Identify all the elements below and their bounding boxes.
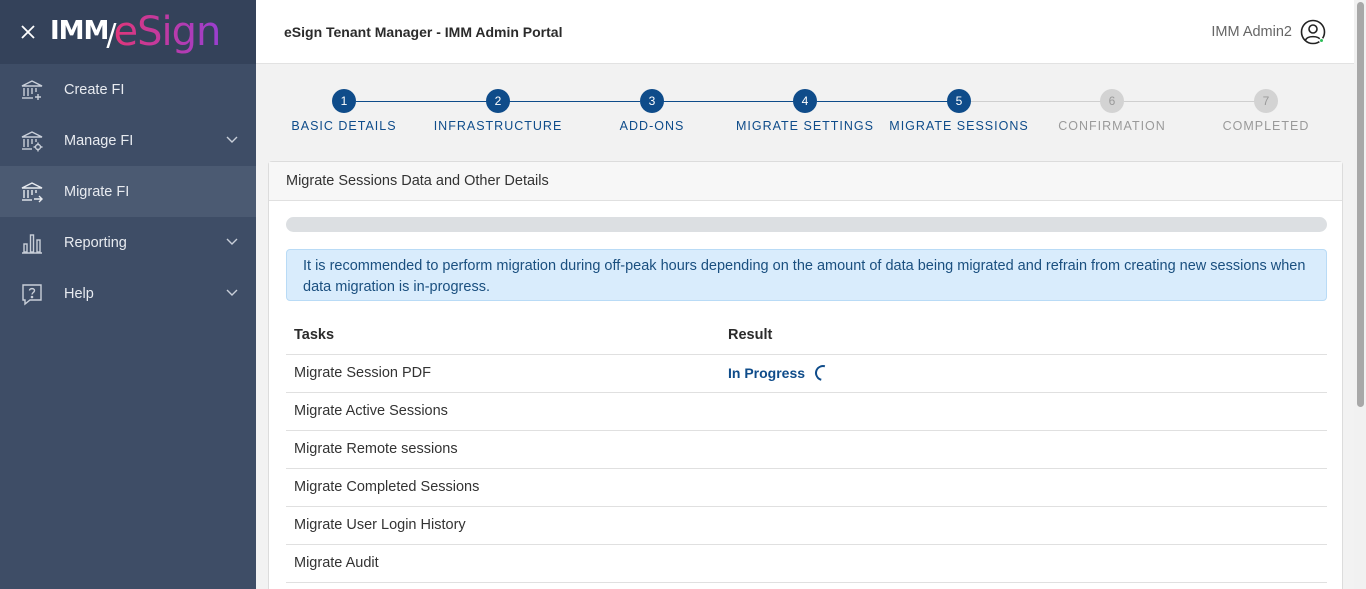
logo-esign: eSign — [113, 9, 222, 55]
step-confirmation: 6 CONFIRMATION — [1037, 88, 1187, 133]
sidebar-item-create-fi[interactable]: Create FI — [0, 64, 256, 115]
table-row: Migrate Active Sessions — [286, 392, 1327, 431]
help-icon — [20, 282, 44, 306]
step-label: BASIC DETAILS — [291, 119, 397, 133]
loading-spinner-icon — [812, 361, 834, 384]
step-number: 1 — [332, 89, 356, 113]
step-add-ons[interactable]: 3 ADD-ONS — [577, 88, 727, 133]
step-label: MIGRATE SESSIONS — [889, 119, 1029, 133]
chevron-down-icon — [226, 289, 238, 296]
task-name: Migrate Completed Sessions — [286, 468, 720, 507]
sidebar-item-label: Help — [64, 285, 94, 302]
task-name: Migrate Audit — [286, 544, 720, 583]
migration-stepper: 1 BASIC DETAILS 2 INFRASTRUCTURE 3 ADD-O… — [268, 88, 1342, 148]
scrollbar-thumb[interactable] — [1357, 2, 1364, 407]
column-header-tasks: Tasks — [286, 317, 720, 355]
info-alert: It is recommended to perform migration d… — [286, 249, 1327, 301]
step-infrastructure[interactable]: 2 INFRASTRUCTURE — [423, 88, 573, 133]
step-label: COMPLETED — [1222, 119, 1310, 133]
bank-migrate-icon — [20, 180, 44, 204]
sidebar-item-label: Manage FI — [64, 132, 134, 149]
user-name: IMM Admin2 — [1211, 24, 1292, 40]
step-number: 3 — [640, 89, 664, 113]
table-row: Migrate Session PDF In Progress — [286, 354, 1327, 393]
sidebar-item-label: Migrate FI — [64, 183, 130, 200]
sidebar-item-reporting[interactable]: Reporting — [0, 217, 256, 268]
step-number: 5 — [947, 89, 971, 113]
page-title: eSign Tenant Manager - IMM Admin Portal — [284, 23, 563, 40]
tasks-table: Tasks Result Migrate Session PDF In Prog… — [286, 317, 1327, 583]
user-menu[interactable]: IMM Admin2 — [1211, 19, 1326, 45]
sidebar-item-help[interactable]: Help — [0, 268, 256, 319]
logo-imm: IMM — [50, 16, 109, 46]
sidebar-item-manage-fi[interactable]: Manage FI — [0, 115, 256, 166]
chevron-down-icon — [226, 136, 238, 143]
task-result — [720, 430, 1327, 469]
column-header-result: Result — [720, 317, 1327, 355]
task-result — [720, 544, 1327, 583]
close-sidebar-icon[interactable] — [18, 22, 38, 42]
bar-chart-icon — [20, 231, 44, 255]
step-label: INFRASTRUCTURE — [433, 119, 563, 133]
chevron-down-icon — [226, 238, 238, 245]
task-result: In Progress — [720, 354, 1327, 393]
step-label: MIGRATE SETTINGS — [736, 119, 874, 133]
bank-gear-icon — [20, 129, 44, 153]
step-completed: 7 COMPLETED — [1191, 88, 1341, 133]
table-row: Migrate Remote sessions — [286, 430, 1327, 469]
table-row: Migrate Audit — [286, 544, 1327, 583]
sidebar-nav: Create FI Manage FI Migrate FI Reporting… — [0, 64, 256, 319]
step-migrate-sessions[interactable]: 5 MIGRATE SESSIONS — [884, 88, 1034, 133]
sidebar-item-label: Reporting — [64, 234, 127, 251]
task-name: Migrate Session PDF — [286, 354, 720, 393]
sidebar-item-migrate-fi[interactable]: Migrate FI — [0, 166, 256, 217]
migration-progress-bar — [286, 217, 1327, 232]
task-name: Migrate Active Sessions — [286, 392, 720, 431]
table-row: Migrate Completed Sessions — [286, 468, 1327, 507]
page-scrollbar[interactable] — [1354, 0, 1366, 589]
task-result — [720, 468, 1327, 507]
step-number: 2 — [486, 89, 510, 113]
brand-bar: IMM / eSign — [0, 0, 256, 64]
table-row: Migrate User Login History — [286, 506, 1327, 545]
task-name: Migrate User Login History — [286, 506, 720, 545]
step-number: 4 — [793, 89, 817, 113]
step-number: 7 — [1254, 89, 1278, 113]
status-text: In Progress — [728, 364, 806, 381]
task-result — [720, 506, 1327, 545]
top-header: eSign Tenant Manager - IMM Admin Portal … — [256, 0, 1354, 64]
step-migrate-settings[interactable]: 4 MIGRATE SETTINGS — [730, 88, 880, 133]
sidebar: IMM / eSign Create FI Manage FI Migrate … — [0, 0, 256, 589]
table-header-row: Tasks Result — [286, 317, 1327, 355]
task-name: Migrate Remote sessions — [286, 430, 720, 469]
step-label: CONFIRMATION — [1058, 119, 1166, 133]
step-number: 6 — [1100, 89, 1124, 113]
step-label: ADD-ONS — [619, 119, 685, 133]
sidebar-item-label: Create FI — [64, 81, 125, 98]
migrate-sessions-card: Migrate Sessions Data and Other Details … — [268, 161, 1343, 589]
card-title: Migrate Sessions Data and Other Details — [269, 162, 1342, 201]
step-basic-details[interactable]: 1 BASIC DETAILS — [269, 88, 419, 133]
task-result — [720, 392, 1327, 431]
user-avatar-icon[interactable] — [1300, 19, 1326, 45]
app-logo: IMM / eSign — [50, 9, 222, 55]
status-in-progress: In Progress — [728, 361, 834, 384]
bank-add-icon — [20, 78, 44, 102]
